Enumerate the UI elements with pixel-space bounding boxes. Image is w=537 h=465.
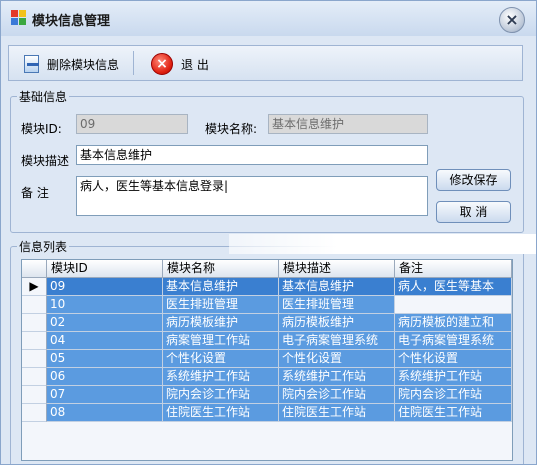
cell-note: 电子病案管理系统 <box>395 332 512 350</box>
cell-module-id: 09 <box>47 278 163 296</box>
cell-module-id: 10 <box>47 296 163 314</box>
obscured-region <box>229 234 536 254</box>
table-row[interactable]: 02 病历模板维护 病历模板维护 病历模板的建立和 <box>22 314 512 332</box>
table-row[interactable]: 06 系统维护工作站 系统维护工作站 系统维护工作站 <box>22 368 512 386</box>
selected-row-indicator-icon: ▶ <box>22 278 47 296</box>
module-list-grid[interactable]: 模块ID 模块名称 模块描述 备注 ▶ 09 基本信息维护 基本信息维护 病人，… <box>21 259 513 461</box>
cell-module-desc: 住院医生工作站 <box>279 404 395 422</box>
basic-info-legend: 基础信息 <box>17 88 70 105</box>
column-header-note[interactable]: 备注 <box>395 260 512 278</box>
delete-document-icon <box>23 54 41 74</box>
table-row[interactable]: ▶ 09 基本信息维护 基本信息维护 病人，医生等基本 <box>22 278 512 296</box>
row-header <box>22 332 47 350</box>
table-row[interactable]: 05 个性化设置 个性化设置 个性化设置 <box>22 350 512 368</box>
cell-module-name: 病案管理工作站 <box>163 332 279 350</box>
table-row[interactable]: 07 院内会诊工作站 院内会诊工作站 院内会诊工作站 <box>22 386 512 404</box>
exit-button[interactable]: × 退 出 <box>151 51 209 77</box>
cell-module-id: 07 <box>47 386 163 404</box>
cell-module-name: 系统维护工作站 <box>163 368 279 386</box>
cell-module-id: 05 <box>47 350 163 368</box>
cell-note: 病人，医生等基本 <box>395 278 512 296</box>
row-header <box>22 296 47 314</box>
cell-module-id: 04 <box>47 332 163 350</box>
cell-module-desc: 院内会诊工作站 <box>279 386 395 404</box>
module-info-window: 模块信息管理 × 删除模块信息 × 退 出 基础信息 模块ID: 09 模块名称… <box>0 0 537 465</box>
info-list-legend: 信息列表 <box>17 238 70 255</box>
cell-module-desc: 系统维护工作站 <box>279 368 395 386</box>
window-title: 模块信息管理 <box>32 14 111 29</box>
cancel-button[interactable]: 取 消 <box>436 201 511 223</box>
cell-module-desc: 医生排班管理 <box>279 296 395 314</box>
close-button[interactable]: × <box>499 7 525 33</box>
cell-module-name: 医生排班管理 <box>163 296 279 314</box>
table-row[interactable]: 04 病案管理工作站 电子病案管理系统 电子病案管理系统 <box>22 332 512 350</box>
module-id-field[interactable]: 09 <box>76 114 188 134</box>
exit-icon: × <box>151 53 173 75</box>
cell-note: 系统维护工作站 <box>395 368 512 386</box>
module-desc-field[interactable]: 基本信息维护 <box>76 145 428 165</box>
grid-corner-cell <box>22 260 47 278</box>
row-header <box>22 368 47 386</box>
module-name-label: 模块名称: <box>205 122 258 136</box>
cell-module-desc: 电子病案管理系统 <box>279 332 395 350</box>
cell-module-id: 08 <box>47 404 163 422</box>
cell-module-desc: 个性化设置 <box>279 350 395 368</box>
cell-module-name: 院内会诊工作站 <box>163 386 279 404</box>
delete-module-button[interactable]: 删除模块信息 <box>23 51 119 77</box>
row-header <box>22 386 47 404</box>
delete-module-label: 删除模块信息 <box>47 57 120 72</box>
cell-module-desc: 病历模板维护 <box>279 314 395 332</box>
cell-note <box>395 296 512 314</box>
cell-note: 院内会诊工作站 <box>395 386 512 404</box>
column-header-module-name[interactable]: 模块名称 <box>163 260 279 278</box>
module-id-label: 模块ID: <box>21 122 62 136</box>
toolbar: 删除模块信息 × 退 出 <box>8 45 523 81</box>
cell-module-name: 基本信息维护 <box>163 278 279 296</box>
module-name-field[interactable]: 基本信息维护 <box>268 114 428 134</box>
cell-module-name: 住院医生工作站 <box>163 404 279 422</box>
app-logo-icon <box>11 10 27 26</box>
row-header <box>22 350 47 368</box>
row-header <box>22 314 47 332</box>
grid-header: 模块ID 模块名称 模块描述 备注 <box>22 260 512 278</box>
cell-module-id: 06 <box>47 368 163 386</box>
column-header-module-desc[interactable]: 模块描述 <box>279 260 395 278</box>
module-desc-label: 模块描述 <box>21 154 70 168</box>
table-row[interactable]: 10 医生排班管理 医生排班管理 <box>22 296 512 314</box>
note-field[interactable]: 病人，医生等基本信息登录| <box>76 176 428 216</box>
cell-note: 病历模板的建立和 <box>395 314 512 332</box>
cell-module-name: 个性化设置 <box>163 350 279 368</box>
note-label: 备 注 <box>21 186 49 200</box>
toolbar-separator <box>133 51 134 75</box>
title-bar[interactable]: 模块信息管理 × <box>1 1 536 36</box>
cell-module-desc: 基本信息维护 <box>279 278 395 296</box>
cell-module-id: 02 <box>47 314 163 332</box>
save-changes-button[interactable]: 修改保存 <box>436 169 511 191</box>
exit-label: 退 出 <box>181 57 209 72</box>
cell-note: 住院医生工作站 <box>395 404 512 422</box>
close-icon: × <box>505 10 519 29</box>
cell-note: 个性化设置 <box>395 350 512 368</box>
column-header-module-id[interactable]: 模块ID <box>47 260 163 278</box>
row-header <box>22 404 47 422</box>
cell-module-name: 病历模板维护 <box>163 314 279 332</box>
table-row[interactable]: 08 住院医生工作站 住院医生工作站 住院医生工作站 <box>22 404 512 422</box>
